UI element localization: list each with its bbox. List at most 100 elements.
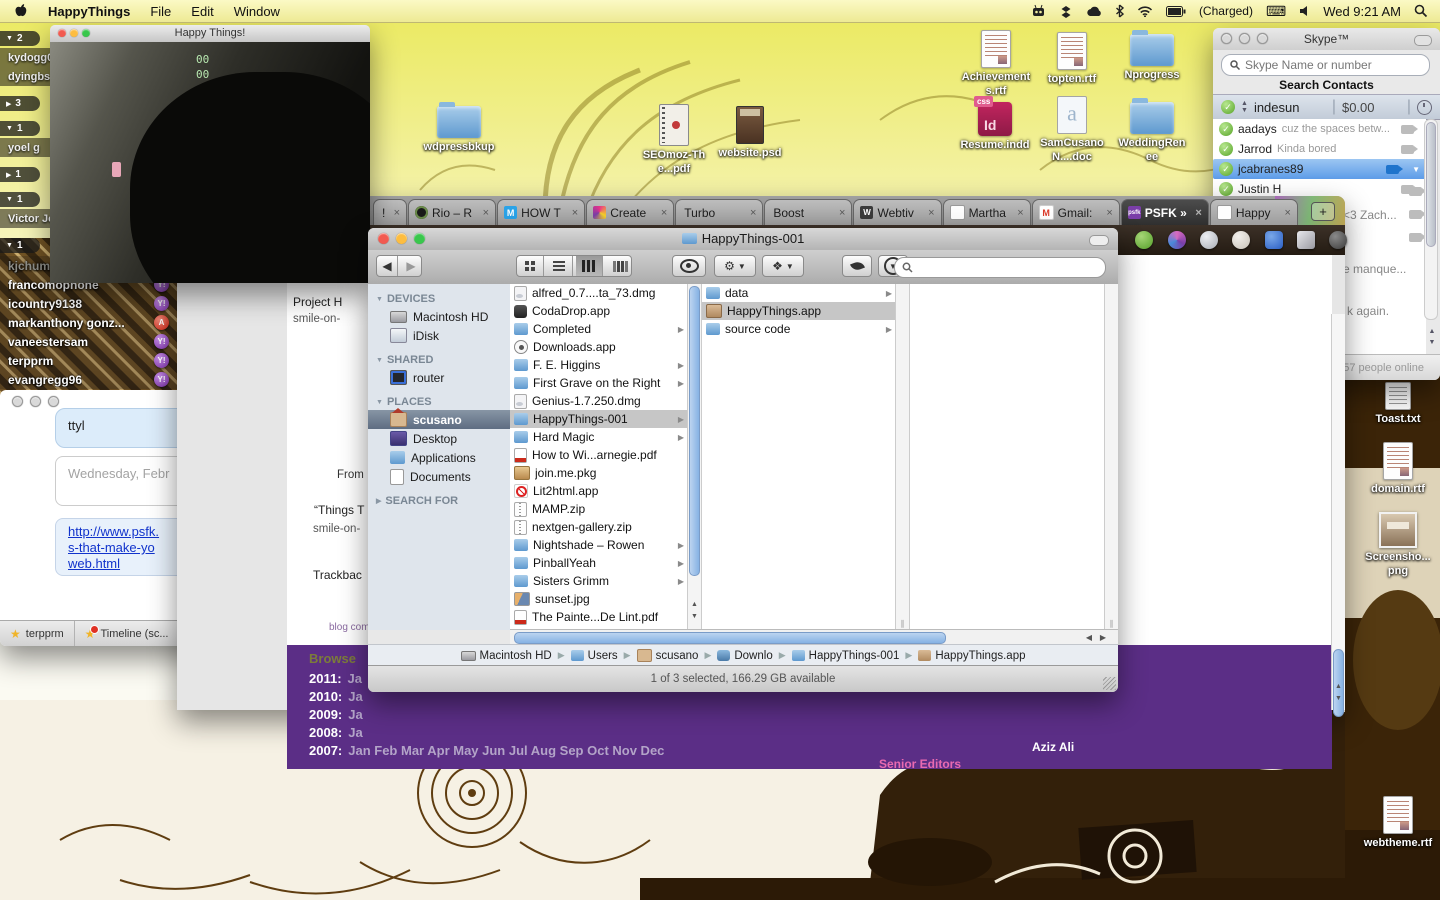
sidebar-section-shared[interactable]: ▼SHARED [376,354,510,366]
chevron-down-icon[interactable]: ▼ [1412,165,1420,174]
file-row[interactable]: Hard Magic ▶ [510,428,687,446]
file-row[interactable]: Completed ▶ [510,320,687,338]
column-resize-handle[interactable]: ∥ [1105,619,1118,628]
editor-name[interactable]: Aziz Ali [1032,740,1074,754]
tab-close-icon[interactable]: × [483,207,489,219]
archive-months[interactable]: Ja [348,671,362,686]
close-button[interactable] [12,396,23,407]
archive-months[interactable]: Jan Feb Mar Apr May Jun Jul Aug Sep Oct … [348,743,664,758]
skype-contact-row[interactable]: jcabranes89 ▼ [1213,159,1426,179]
file-row[interactable]: nextgen-gallery.zip ▶ [510,518,687,536]
file-row[interactable]: HappyThings-001 ▶ [510,410,687,428]
minimize-button[interactable] [70,29,78,37]
video-call-icon[interactable] [1401,125,1414,134]
scroll-right-arrow[interactable]: ▶ [1100,633,1106,642]
desktop-icon-nprogress[interactable]: Nprogress [1114,34,1190,83]
archive-months[interactable]: Ja [348,689,362,704]
desktop-icon-wdpressbkup[interactable]: wdpressbkup [421,106,497,155]
buddy-row[interactable]: evangregg96 Y! ★ [0,370,196,389]
sidebar-section-devices[interactable]: ▼DEVICES [376,293,510,305]
menu-file[interactable]: File [140,4,181,19]
file-row[interactable]: Genius-1.7.250.dmg ▶ [510,392,687,410]
browser-tab[interactable]: Gmail: × [1032,199,1120,225]
skype-balance[interactable]: $0.00 [1342,100,1375,115]
leaf-tool-button[interactable] [842,255,872,277]
scrollbar-arrows[interactable]: ▲▼ [1332,683,1345,702]
browser-tab[interactable]: Turbo × [675,199,763,225]
action-menu-button[interactable]: ⚙▼ [714,255,756,277]
toolbar-toggle-button[interactable] [1414,35,1432,46]
file-row[interactable]: F. E. Higgins ▶ [510,356,687,374]
desktop-icon-screenshot-png[interactable]: Screensho...png [1360,512,1436,579]
sidebar-item[interactable]: router [368,368,510,387]
video-call-icon[interactable] [1409,233,1422,242]
window-resize-grip[interactable] [1103,677,1116,690]
coverflow-view-button[interactable] [606,256,632,276]
adium-group-row[interactable]: ▼ 1 [0,121,40,136]
chat-tab[interactable]: ★ terpprm [0,621,75,646]
adium-group-row[interactable]: ▶ 1 [0,167,40,182]
archive-months[interactable]: Ja [348,725,362,740]
path-bar-item[interactable]: HappyThings.app ▶ [918,650,1025,662]
column-3-scrollbar[interactable]: ∥ [1104,284,1118,630]
browser-tab[interactable]: Happy × [1210,199,1298,225]
path-bar-item[interactable]: Users ▶ [571,650,633,662]
icon-view-button[interactable] [517,256,544,276]
spotlight-search-icon[interactable] [1414,4,1428,18]
video-call-icon[interactable] [1409,187,1422,196]
minimize-button[interactable] [30,396,41,407]
buddy-row[interactable]: terpprm Y! ★ [0,351,196,370]
file-row[interactable]: PinballYeah ▶ [510,554,687,572]
sidebar-item[interactable]: iDisk [368,326,510,345]
wifi-menu-icon[interactable] [1137,5,1153,17]
list-view-button[interactable] [547,256,574,276]
file-row[interactable]: CodaDrop.app ▶ [510,302,687,320]
robot-menu-icon[interactable] [1031,4,1046,18]
close-button[interactable] [378,233,389,244]
menu-bar-clock[interactable]: Wed 9:21 AM [1323,4,1401,19]
toolbar-toggle-button[interactable] [1089,235,1109,246]
minimize-button[interactable] [396,233,407,244]
buddy-row[interactable]: markanthony gonz... A ★ [0,313,196,332]
new-tab-button[interactable]: + [1311,202,1335,221]
status-dropdown-arrows[interactable]: ▲▼ [1241,100,1248,114]
minimize-button[interactable] [1239,33,1250,44]
bluetooth-menu-icon[interactable] [1115,4,1124,18]
adium-group-row[interactable]: ▶ 3 [0,96,40,111]
tab-close-icon[interactable]: × [661,207,667,219]
file-row[interactable]: alfred_0.7....ta_73.dmg ▶ [510,284,687,302]
video-call-icon[interactable] [1409,210,1422,219]
file-row[interactable]: MAMP.zip ▶ [510,500,687,518]
file-row[interactable]: HappyThings.app ▶ [702,302,895,320]
zoom-button[interactable] [82,29,90,37]
adium-group-row[interactable]: ▼ 1 [0,192,40,207]
path-bar-item[interactable]: scusano ▶ [637,649,714,662]
sidebar-item[interactable]: scusano [368,410,510,429]
file-row[interactable]: The Painte...De Lint.pdf ▶ [510,608,687,626]
finder-title-bar[interactable]: HappyThings-001 [368,228,1118,250]
tab-close-icon[interactable]: × [1285,207,1291,219]
column-resize-handle[interactable]: ∥ [896,619,909,628]
video-call-icon[interactable] [1386,165,1399,174]
sidebar-item[interactable]: Desktop [368,429,510,448]
browser-tab[interactable]: Boost × [764,199,852,225]
adium-group-row[interactable]: ▼ 2 [0,31,40,46]
file-row[interactable]: How to Wi...arnegie.pdf ▶ [510,446,687,464]
path-bar-item[interactable]: HappyThings-001 ▶ [792,650,915,662]
tab-close-icon[interactable]: × [572,207,578,219]
forward-button[interactable]: ▶ [401,256,421,276]
close-button[interactable] [58,29,66,37]
column-2-scrollbar[interactable]: ∥ [895,284,909,630]
desktop-icon-domain-rtf[interactable]: domain.rtf [1360,442,1436,497]
tab-close-icon[interactable]: × [1195,207,1201,219]
browser-tab[interactable]: Webtiv × [853,199,941,225]
browser-tab[interactable]: Create × [586,199,674,225]
z-app-icon[interactable] [1232,231,1250,249]
buddy-row[interactable]: vaneestersam Y! ★ [0,332,196,351]
back-button[interactable]: ◀ [377,256,398,276]
desktop-icon-weddingrenee[interactable]: WeddingRenee [1114,102,1190,165]
pen-icon[interactable] [1297,231,1315,249]
desktop-icon-toast-txt[interactable]: Toast.txt [1360,382,1436,427]
file-row[interactable]: Sisters Grimm ▶ [510,572,687,590]
online-status-icon[interactable] [1221,100,1235,114]
